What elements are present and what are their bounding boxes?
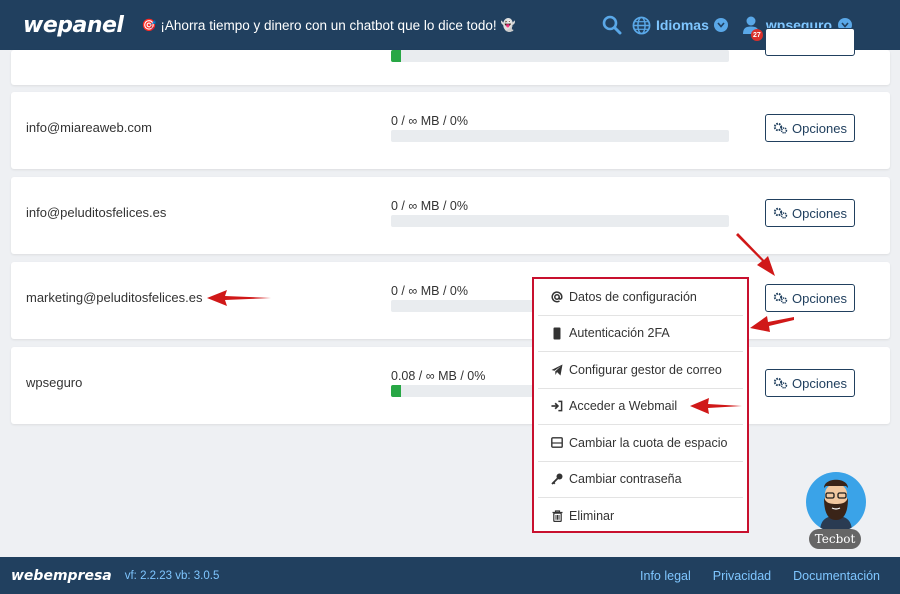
options-label: Opciones [792,375,847,391]
paper-plane-icon [551,364,563,376]
email-account-row [11,28,890,85]
gears-icon [773,292,788,304]
target-emoji-icon: 🎯 [141,18,157,32]
chevron-down-icon [713,18,728,32]
globe-icon [632,16,651,34]
menu-item-label: Cambiar contraseña [569,472,682,487]
footer-link-documentacion[interactable]: Documentación [793,569,880,583]
menu-item-eliminar[interactable]: Eliminar [538,498,743,535]
usage-progress-bar [391,50,729,62]
gears-icon [773,207,788,219]
menu-item-datos-configuracion[interactable]: Datos de configuración [538,279,743,316]
tecbot-label[interactable]: Tecbot [809,529,861,549]
annotation-arrow-icon [750,316,794,332]
webempresa-logo[interactable]: webempresa [11,568,112,584]
usage-text: 0 / ∞ MB / 0% [391,199,468,213]
menu-item-label: Configurar gestor de correo [569,362,722,377]
mobile-icon [551,327,563,340]
annotation-arrow-icon [690,398,742,414]
version-info: vf: 2.2.23 vb: 3.0.5 [124,569,220,582]
email-address: marketing@peluditosfelices.es [26,290,203,305]
menu-item-label: Acceder a Webmail [569,399,678,414]
footer-links: Info legal Privacidad Documentación [640,557,880,594]
options-button[interactable]: Opciones [765,284,855,312]
promo-text[interactable]: ¡Ahorra tiempo y dinero con un chatbot q… [160,18,496,33]
menu-item-autenticacion-2fa[interactable]: Autenticación 2FA [538,316,743,352]
email-address: info@peluditosfelices.es [26,205,167,220]
options-button[interactable]: Opciones [765,114,855,142]
usage-progress-fill [391,50,402,62]
options-label: Opciones [792,290,847,306]
usage-text: 0 / ∞ MB / 0% [391,284,468,298]
options-label: Opciones [792,120,847,136]
usage-progress-fill [391,385,402,397]
gears-icon [773,122,788,134]
annotation-arrow-icon [207,290,271,306]
search-icon[interactable] [602,15,622,35]
email-address: wpseguro [26,375,83,390]
options-button[interactable]: Opciones [765,369,855,397]
footer-link-info-legal[interactable]: Info legal [640,569,691,583]
usage-progress-bar [391,130,729,142]
usage-text: 0.08 / ∞ MB / 0% [391,369,486,383]
menu-item-label: Autenticación 2FA [569,326,670,341]
at-icon [551,291,563,303]
tecbot-avatar-icon [820,479,852,532]
menu-item-configurar-gestor[interactable]: Configurar gestor de correo [538,352,743,389]
usage-text: 0 / ∞ MB / 0% [391,114,468,128]
options-button[interactable]: Opciones [765,199,855,227]
wepanel-logo[interactable]: wepanel [23,13,124,38]
email-address: info@miareaweb.com [26,120,152,135]
usage-progress-bar [391,215,729,227]
menu-item-cambiar-contrasena[interactable]: Cambiar contraseña [538,462,743,498]
menu-item-label: Eliminar [569,509,615,524]
notification-badge: 27 [750,29,763,41]
menu-item-label: Cambiar la cuota de espacio [569,435,728,450]
promo-banner[interactable]: 🎯 ¡Ahorra tiempo y dinero con un chatbot… [141,18,515,33]
hdd-icon [551,437,563,449]
email-account-row: wpseguro 0.08 / ∞ MB / 0% Opciones [11,347,890,424]
ghost-emoji-icon: 👻 [500,18,516,32]
language-selector[interactable]: Idiomas [632,16,728,35]
menu-item-cambiar-cuota[interactable]: Cambiar la cuota de espacio [538,425,743,462]
footer: webempresa vf: 2.2.23 vb: 3.0.5 Info leg… [0,557,900,594]
trash-icon [551,510,563,523]
sign-in-icon [551,400,563,412]
gears-icon [773,377,788,389]
footer-link-privacidad[interactable]: Privacidad [713,569,771,583]
menu-item-label: Datos de configuración [569,289,697,304]
key-icon [551,473,563,485]
options-button[interactable] [765,28,855,56]
options-label: Opciones [792,205,847,221]
language-label: Idiomas [655,17,709,33]
tecbot-chat-button[interactable] [806,472,866,532]
annotation-arrow-icon [736,233,775,276]
email-account-row: info@miareaweb.com 0 / ∞ MB / 0% Opcione… [11,92,890,169]
